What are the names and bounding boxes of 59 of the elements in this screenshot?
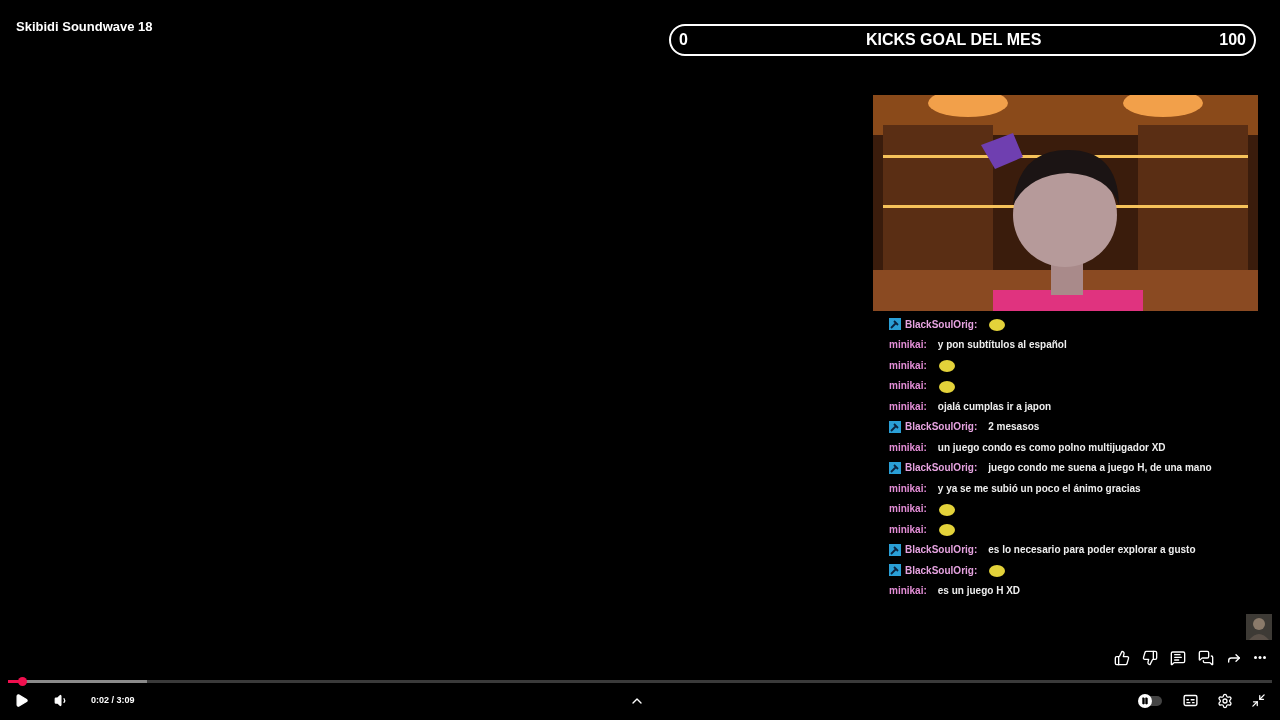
progress-thumb[interactable] [17, 677, 27, 686]
hammer-badge-icon [889, 543, 901, 556]
exit-fullscreen-button[interactable] [1251, 693, 1266, 708]
chat-message: y pon subtítulos al español [937, 338, 1067, 353]
time-display: 0:02 / 3:09 [91, 693, 135, 707]
hammer-badge-icon [889, 461, 901, 474]
video-title: Skibidi Soundwave 18 [16, 19, 153, 34]
emote-icon [988, 316, 1007, 333]
chat-message: juego condo me suena a juego H, de una mano [988, 461, 1212, 476]
play-button[interactable] [14, 693, 30, 708]
comments-button[interactable] [1170, 649, 1186, 666]
chat-username: minikai: [889, 584, 927, 599]
chat-message: es lo necesario para poder explorar a gusto [988, 543, 1196, 558]
chat-message: un juego condo es como polno multijugador XD [937, 440, 1166, 455]
hammer-badge-icon [889, 420, 901, 433]
chat-username: minikai: [889, 481, 927, 496]
chat-message: y ya se me subió un poco el ánimo gracias [937, 481, 1141, 496]
emote-icon [937, 521, 956, 538]
chat-username: minikai: [889, 522, 927, 537]
chat-username: minikai: [889, 379, 927, 394]
avatar-icon[interactable] [1246, 614, 1272, 640]
like-button[interactable] [1114, 649, 1130, 666]
emote-icon [988, 562, 1007, 579]
chat-username: BlackSoulOrig: [905, 543, 978, 558]
more-button[interactable] [1254, 656, 1266, 659]
chat-username: minikai: [889, 502, 927, 517]
settings-button[interactable] [1217, 692, 1233, 709]
play-icon [14, 693, 29, 708]
thumbs-down-icon [1142, 649, 1158, 666]
chat-username: minikai: [889, 338, 927, 353]
progress-track[interactable] [8, 680, 1272, 683]
autoplay-toggle[interactable] [1140, 695, 1162, 706]
pause-icon [1141, 696, 1149, 705]
chat-username: minikai: [889, 440, 927, 455]
dislike-button[interactable] [1142, 649, 1158, 666]
chat-username: BlackSoulOrig: [905, 461, 978, 476]
thumbs-up-icon [1114, 649, 1130, 666]
comment-icon [1170, 649, 1186, 666]
captions-button[interactable] [1182, 692, 1199, 709]
chat-username: BlackSoulOrig: [905, 317, 978, 332]
more-icon [1254, 656, 1266, 659]
emote-icon [937, 357, 956, 374]
settings-icon [1217, 692, 1233, 709]
chat-icon [1198, 649, 1214, 666]
hammer-badge-icon [889, 564, 901, 577]
minimize-icon [1251, 693, 1266, 708]
chat-username: BlackSoulOrig: [905, 420, 978, 435]
chat-username: minikai: [889, 399, 927, 414]
chat-message: ojalá cumplas ir a japon [937, 399, 1052, 414]
goal-end: 100 [1219, 30, 1246, 50]
chat-message: es un juego H XD [937, 584, 1021, 599]
goal-start: 0 [679, 30, 688, 50]
goal-title: KICKS GOAL DEL MES [865, 30, 1042, 50]
captions-icon [1182, 692, 1199, 709]
chat-username: minikai: [889, 358, 927, 373]
chat-username: BlackSoulOrig: [905, 563, 978, 578]
hammer-badge-icon [889, 318, 901, 331]
chat-button[interactable] [1198, 649, 1214, 666]
chat-message: 2 mesasos [988, 420, 1040, 435]
